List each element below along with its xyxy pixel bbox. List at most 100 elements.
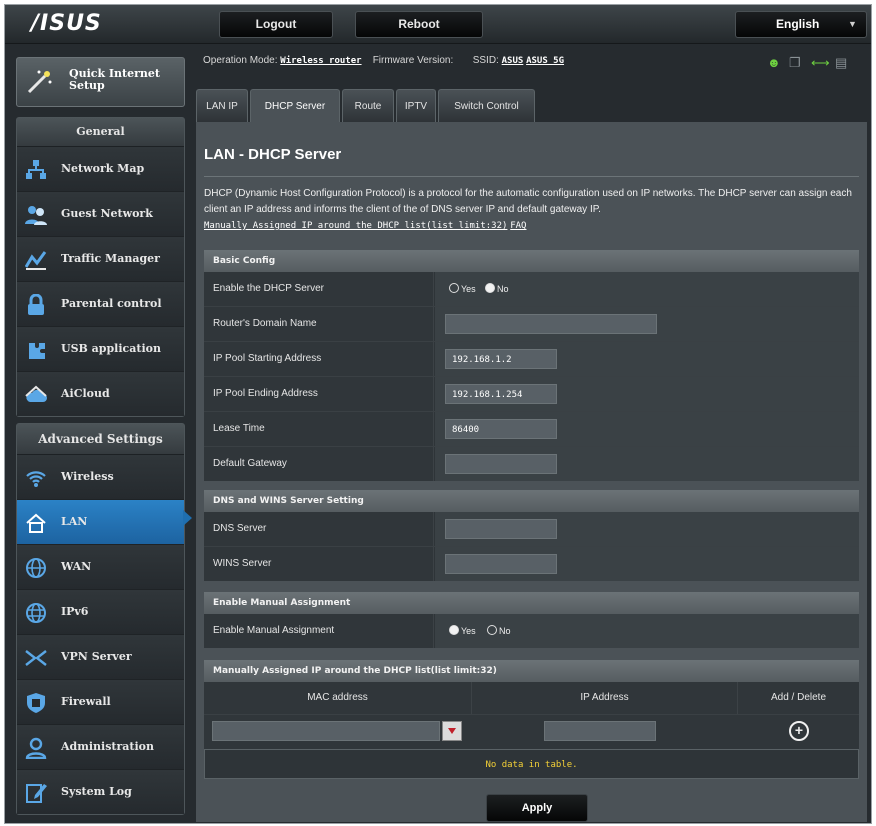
mac-dropdown-button[interactable] xyxy=(442,721,462,741)
dns-server-input[interactable] xyxy=(445,519,557,539)
tab-iptv[interactable]: IPTV xyxy=(396,89,436,123)
manual-assignment-header: Enable Manual Assignment xyxy=(204,592,859,614)
mac-address-input[interactable] xyxy=(212,721,440,741)
domain-name-row: Router's Domain Name xyxy=(204,307,859,342)
sidebar-item-wireless[interactable]: Wireless xyxy=(17,455,184,500)
wireless-icon xyxy=(26,471,46,487)
manual-list-table: Manually Assigned IP around the DHCP lis… xyxy=(204,660,859,779)
guest-network-icon xyxy=(25,206,47,225)
pool-start-input[interactable]: 192.168.1.2 xyxy=(445,349,557,369)
faq-link[interactable]: FAQ xyxy=(510,221,526,231)
dns-server-label: DNS Server xyxy=(204,512,434,546)
tab-switch-control[interactable]: Switch Control xyxy=(438,89,535,123)
sidebar-item-wan[interactable]: WAN xyxy=(17,545,184,590)
manual-list-link[interactable]: Manually Assigned IP around the DHCP lis… xyxy=(204,221,507,231)
firmware-label: Firmware Version: xyxy=(372,55,454,66)
aicloud-icon xyxy=(25,385,47,402)
pool-end-label: IP Pool Ending Address xyxy=(204,377,434,411)
page-title: LAN - DHCP Server xyxy=(204,146,342,163)
radio-empty-icon xyxy=(487,625,497,635)
basic-config-header: Basic Config xyxy=(204,250,859,272)
advanced-header: Advanced Settings xyxy=(17,424,184,455)
copy-icon[interactable]: ❐ xyxy=(789,55,801,71)
add-entry-button[interactable]: + xyxy=(789,721,809,741)
domain-name-label: Router's Domain Name xyxy=(204,307,434,341)
sidebar-item-usb-application[interactable]: USB application xyxy=(17,327,184,372)
advanced-menu: Advanced Settings Wireless LAN WAN IPv6 … xyxy=(16,423,185,815)
sidebar-item-lan[interactable]: LAN xyxy=(17,500,184,545)
apply-button[interactable]: Apply xyxy=(486,794,588,822)
sidebar-item-aicloud[interactable]: AiCloud xyxy=(17,372,184,416)
sidebar-item-label: Firewall xyxy=(61,695,111,708)
firewall-icon xyxy=(27,693,45,713)
sidebar-item-label: USB application xyxy=(61,342,161,355)
chevron-down-icon: ▼ xyxy=(848,19,857,29)
sidebar-item-guest-network[interactable]: Guest Network xyxy=(17,192,184,237)
pool-end-row: IP Pool Ending Address 192.168.1.254 xyxy=(204,377,859,412)
manual-yes-radio[interactable]: Yes xyxy=(449,625,476,636)
language-select[interactable]: English ▼ xyxy=(735,11,867,38)
sidebar-item-label: Traffic Manager xyxy=(61,252,160,265)
empty-table-message: No data in table. xyxy=(204,749,859,779)
network-map-icon xyxy=(26,160,46,179)
tab-route[interactable]: Route xyxy=(342,89,394,123)
pool-end-input[interactable]: 192.168.1.254 xyxy=(445,384,557,404)
lease-time-input[interactable]: 86400 xyxy=(445,419,557,439)
sidebar-item-parental-control[interactable]: Parental control xyxy=(17,282,184,327)
chevron-down-icon xyxy=(448,728,456,734)
sidebar-item-label: LAN xyxy=(61,515,88,528)
column-ip: IP Address xyxy=(472,682,738,714)
ip-address-input[interactable] xyxy=(544,721,656,741)
administration-icon xyxy=(25,737,47,759)
wins-server-row: WINS Server xyxy=(204,547,859,581)
quick-internet-setup-button[interactable]: Quick Internet Setup xyxy=(16,57,185,107)
dhcp-yes-radio[interactable]: Yes xyxy=(449,283,476,294)
manual-list-header: Manually Assigned IP around the DHCP lis… xyxy=(204,660,859,682)
ssid-link-1[interactable]: ASUS xyxy=(502,56,524,66)
domain-name-input[interactable] xyxy=(445,314,657,334)
ipv6-icon xyxy=(26,603,46,623)
pool-start-row: IP Pool Starting Address 192.168.1.2 xyxy=(204,342,859,377)
sidebar-item-traffic-manager[interactable]: Traffic Manager xyxy=(17,237,184,282)
sidebar-item-system-log[interactable]: System Log xyxy=(17,770,184,814)
manual-no-radio[interactable]: No xyxy=(487,625,511,636)
wan-icon xyxy=(26,558,46,578)
traffic-manager-icon xyxy=(25,251,47,270)
sidebar-item-label: Parental control xyxy=(61,297,162,310)
tab-dhcp-server[interactable]: DHCP Server xyxy=(250,89,340,124)
dhcp-no-radio[interactable]: No xyxy=(485,283,509,294)
manual-list-columns: MAC address IP Address Add / Delete xyxy=(204,682,859,715)
reboot-button[interactable]: Reboot xyxy=(355,11,483,38)
ssid-link-2[interactable]: ASUS_5G xyxy=(526,56,564,66)
sidebar-item-vpn-server[interactable]: VPN Server xyxy=(17,635,184,680)
tab-lan-ip[interactable]: LAN IP xyxy=(196,89,248,123)
default-gateway-input[interactable] xyxy=(445,454,557,474)
op-mode-link[interactable]: Wireless router xyxy=(280,56,361,66)
sidebar-item-label: VPN Server xyxy=(61,650,132,663)
vpn-icon xyxy=(25,650,47,666)
wins-server-label: WINS Server xyxy=(204,547,434,581)
usb-icon[interactable]: ⟷ xyxy=(811,55,830,71)
sidebar-item-administration[interactable]: Administration xyxy=(17,725,184,770)
sidebar-item-network-map[interactable]: Network Map xyxy=(17,147,184,192)
lease-time-row: Lease Time 86400 xyxy=(204,412,859,447)
users-icon[interactable]: ☻ xyxy=(767,55,781,70)
basic-config-table: Basic Config Enable the DHCP Server Yes … xyxy=(204,250,859,481)
parental-control-icon xyxy=(28,294,44,315)
sidebar-item-label: Wireless xyxy=(61,470,114,483)
logout-button[interactable]: Logout xyxy=(219,11,333,38)
general-menu: General Network Map Guest Network Traffi… xyxy=(16,117,185,417)
add-entry-row: + xyxy=(204,715,859,749)
radio-empty-icon xyxy=(449,283,459,293)
title-divider xyxy=(204,176,859,177)
main-panel: LAN - DHCP Server DHCP (Dynamic Host Con… xyxy=(196,122,867,822)
manual-assignment-label: Enable Manual Assignment xyxy=(204,614,434,648)
wins-server-input[interactable] xyxy=(445,554,557,574)
lease-time-label: Lease Time xyxy=(204,412,434,446)
sidebar-item-ipv6[interactable]: IPv6 xyxy=(17,590,184,635)
dns-server-row: DNS Server xyxy=(204,512,859,547)
printer-icon[interactable]: ▤ xyxy=(835,55,847,71)
sidebar-item-firewall[interactable]: Firewall xyxy=(17,680,184,725)
column-add-delete: Add / Delete xyxy=(770,692,827,703)
radio-filled-icon xyxy=(449,625,459,635)
